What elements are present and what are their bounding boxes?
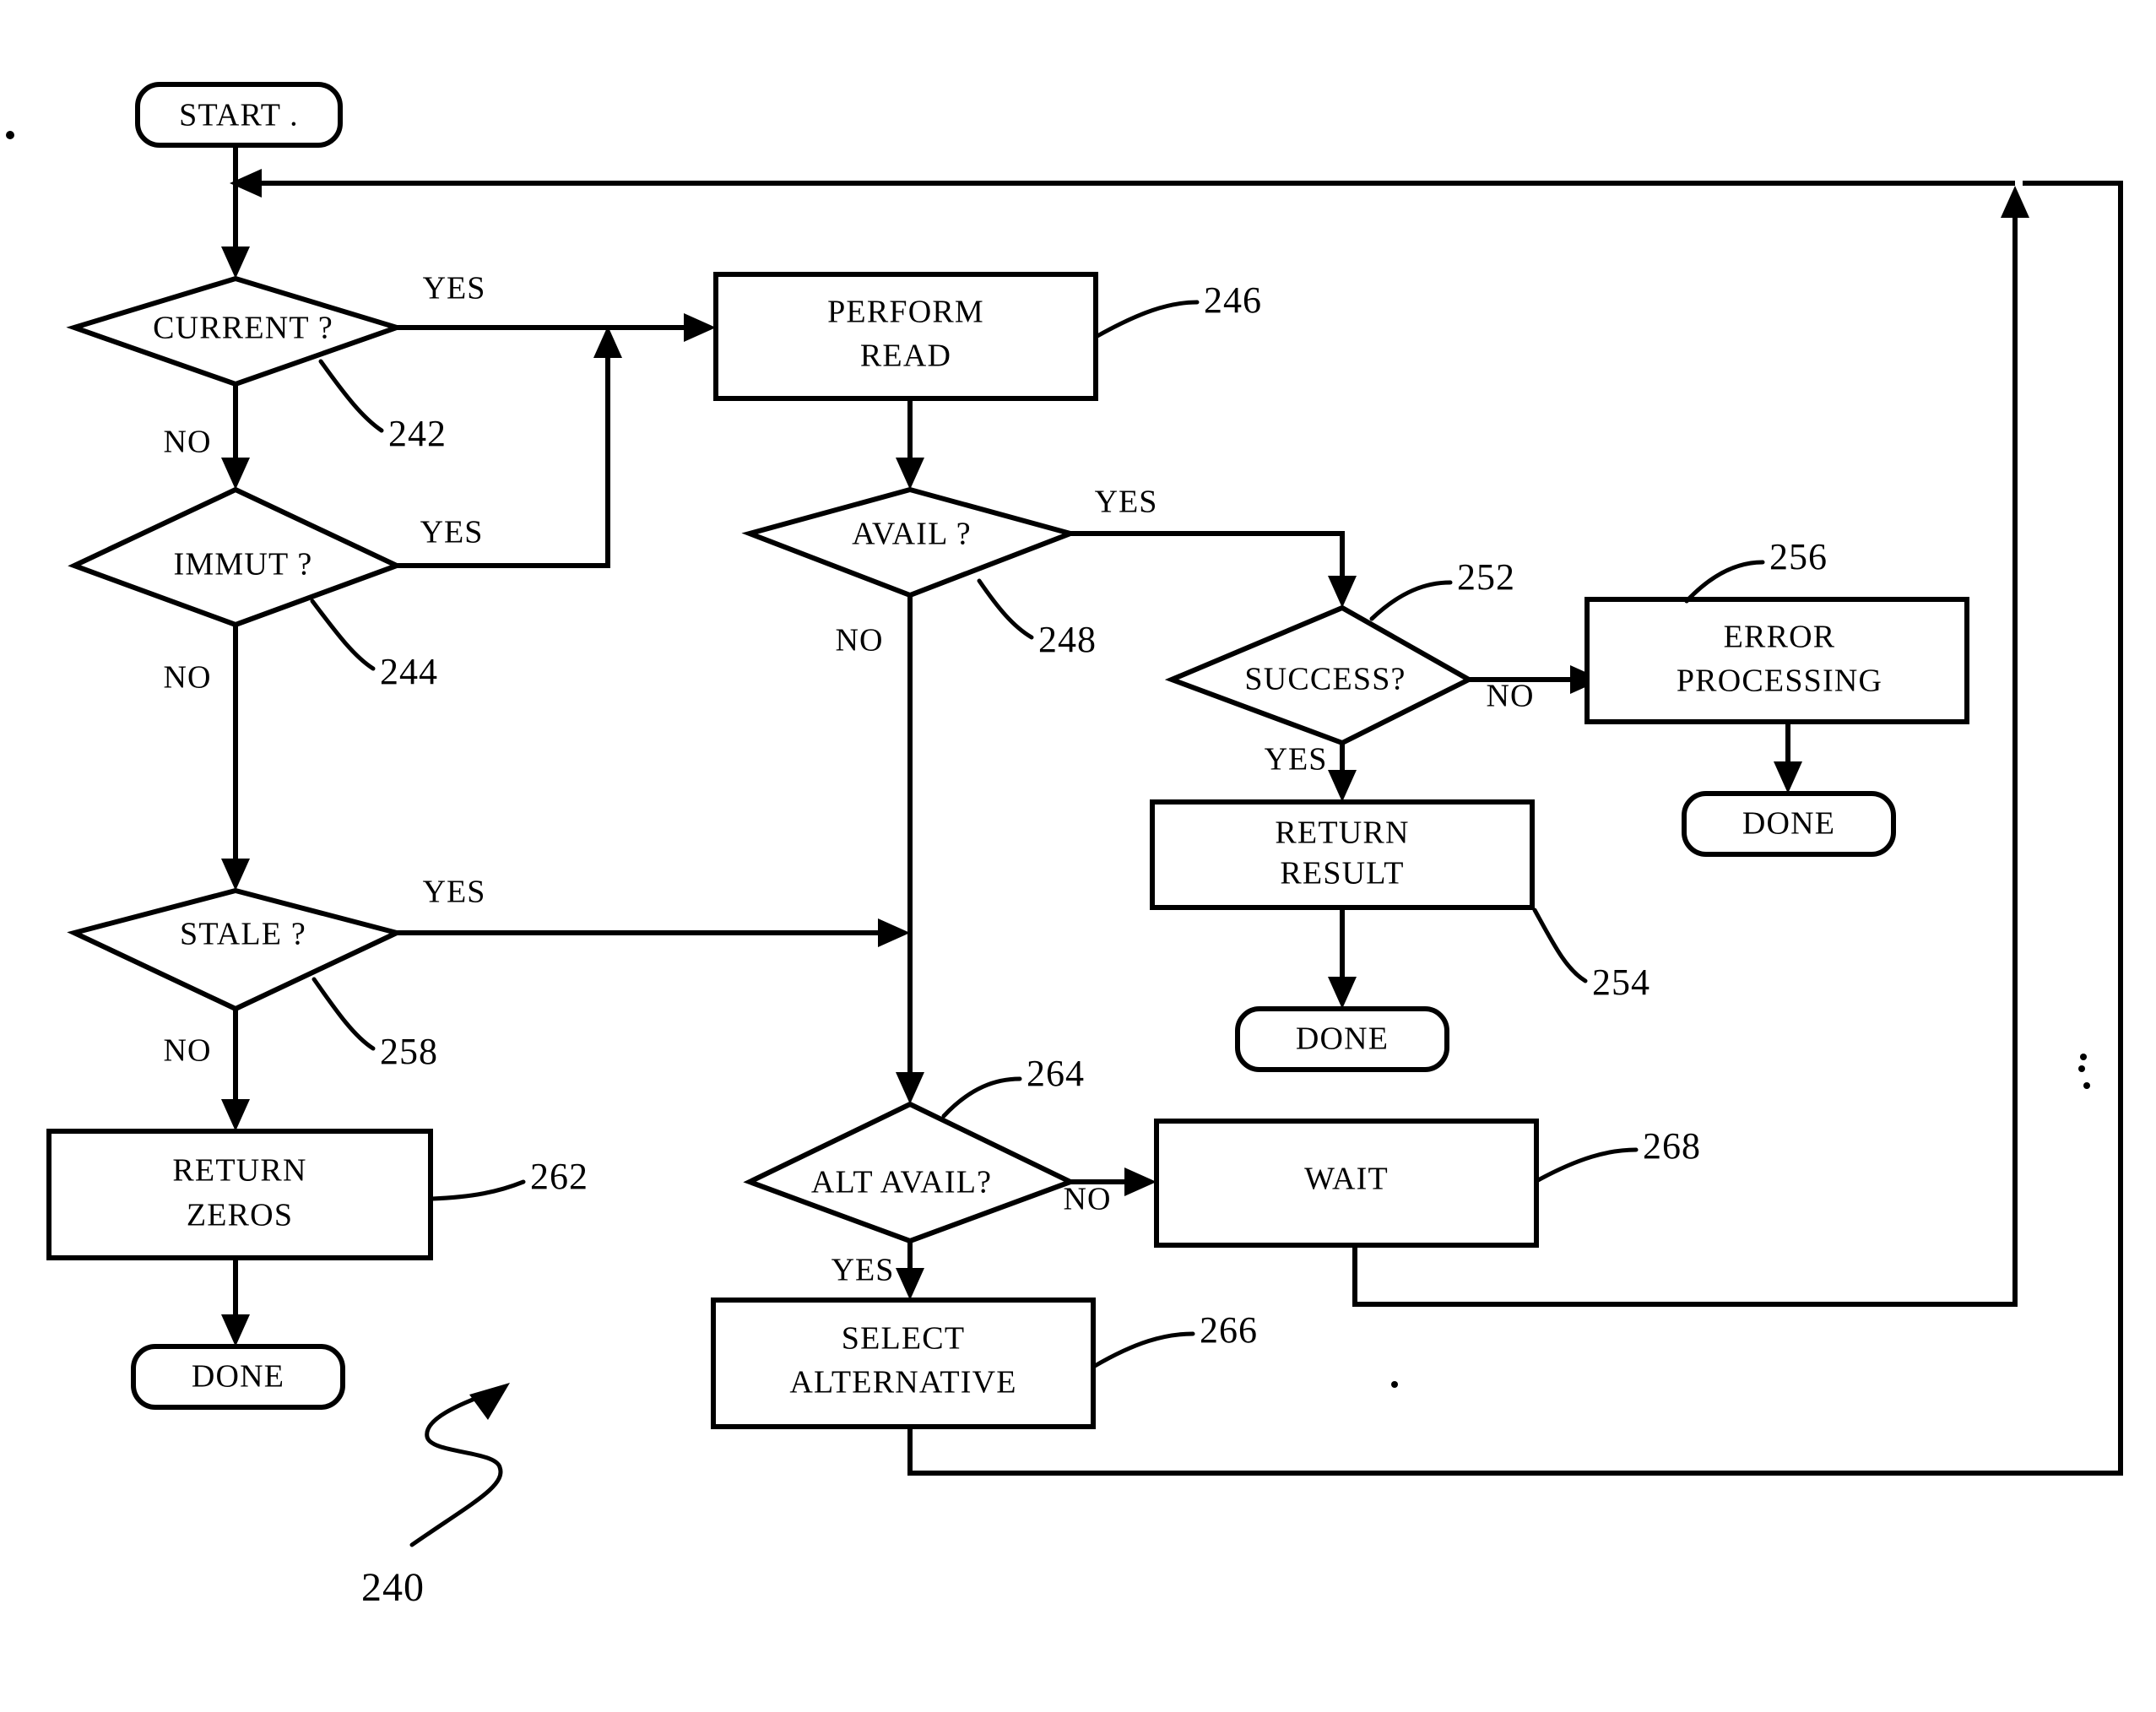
arrowhead-read-avail [896,458,924,490]
arrowhead-stale-yes [878,918,910,947]
node-current-label: CURRENT ? [153,311,333,346]
node-done-zeros-label: DONE [192,1359,284,1395]
scan-speck-right-top [2080,1054,2087,1060]
ref-242: 242 [388,413,447,454]
edge-label-immut-yes: YES [420,515,484,550]
node-done-result-label: DONE [1296,1021,1389,1057]
ref-262: 262 [530,1156,588,1197]
node-error-processing [1584,597,1969,724]
node-error-processing-line1: ERROR [1724,620,1836,655]
arrowhead-stale-zeros [221,1099,250,1131]
edge-label-alt-no: NO [1064,1182,1112,1217]
arrowhead-alt-wait [1124,1168,1157,1196]
edge-label-stale-no: NO [164,1033,212,1069]
leader-244 [310,599,376,671]
ref-246: 246 [1204,279,1262,321]
leader-262 [430,1179,526,1201]
ref-244: 244 [380,651,438,692]
arrowhead-zeros-done [221,1314,250,1346]
node-avail-label: AVAIL ? [852,517,972,552]
flowchart-canvas: START . CURRENT ? 242 IMMUT ? 244 STALE … [6,82,2123,1610]
scan-speck-mid [1391,1381,1398,1388]
edge-avail-yes [1070,531,1345,591]
leader-256 [1684,560,1765,604]
arrowhead-figure-ref [469,1383,510,1420]
ref-268: 268 [1643,1125,1701,1167]
node-start-label: START . [179,98,299,133]
node-alt-avail-label: ALT AVAIL? [811,1165,992,1200]
arrowhead-immut-stale [221,859,250,891]
figure-reference-240: 240 [361,1565,425,1610]
scan-speck-left [6,131,14,139]
node-return-result-line2: RESULT [1280,856,1404,891]
leader-268 [1536,1147,1639,1183]
node-select-alternative-line2: ALTERNATIVE [789,1365,1016,1400]
leader-248 [977,578,1034,640]
arrowhead-alt-select [896,1268,924,1300]
leader-266 [1092,1331,1195,1368]
node-immut-label: IMMUT ? [174,547,313,582]
node-return-zeros [46,1129,433,1260]
leader-242 [318,359,384,433]
arrowhead-result-done [1328,977,1357,1009]
flowchart-diagram: START . CURRENT ? 242 IMMUT ? 244 STALE … [0,0,2156,1712]
edge-label-current-yes: YES [423,271,486,306]
ref-252: 252 [1457,556,1515,598]
leader-258 [311,977,376,1051]
node-select-alternative [711,1298,1096,1429]
node-done-error-label: DONE [1742,806,1835,842]
node-error-processing-line2: PROCESSING [1677,664,1882,699]
node-return-zeros-line1: RETURN [172,1153,306,1189]
scan-speck-right-upper [2078,1065,2085,1072]
edge-label-alt-yes: YES [832,1253,895,1288]
arrowhead-wait-loop [2001,186,2029,218]
edge-label-stale-yes: YES [423,875,486,910]
edge-label-avail-yes: YES [1095,485,1158,520]
edge-label-immut-no: NO [164,660,212,696]
node-perform-read [713,272,1098,401]
leader-246 [1095,300,1200,339]
ref-256: 256 [1769,536,1828,577]
arrowhead-current-yes [684,313,716,342]
node-success-label: SUCCESS? [1244,662,1406,697]
arrowhead-start-current [221,247,250,279]
ref-264: 264 [1027,1053,1085,1094]
ref-258: 258 [380,1031,438,1072]
ref-248: 248 [1038,619,1097,660]
arrowhead-success-result [1328,770,1357,802]
arrowhead-current-immut [221,458,250,490]
leader-252 [1369,580,1453,621]
ref-266: 266 [1200,1309,1258,1351]
node-select-alternative-line1: SELECT [842,1321,966,1357]
node-return-zeros-line2: ZEROS [187,1198,293,1233]
arrowhead-avail-success [1328,576,1357,608]
leader-264 [941,1076,1022,1119]
edge-label-success-yes: YES [1265,742,1328,777]
arrowhead-immut-yes [593,326,622,358]
edge-label-success-no: NO [1487,679,1535,714]
edge-label-current-no: NO [164,425,212,460]
node-perform-read-line2: READ [860,339,951,374]
leader-254 [1532,907,1588,983]
node-perform-read-line1: PERFORM [827,295,984,330]
arrowhead-error-done [1774,761,1802,794]
scan-speck-right-lower [2083,1082,2090,1089]
node-wait-label: WAIT [1304,1162,1389,1197]
node-return-result-line1: RETURN [1275,815,1409,851]
arrowhead-avail-alt [896,1072,924,1104]
edge-label-avail-no: NO [836,623,884,658]
ref-254: 254 [1592,962,1650,1003]
node-stale-label: STALE ? [180,917,306,952]
